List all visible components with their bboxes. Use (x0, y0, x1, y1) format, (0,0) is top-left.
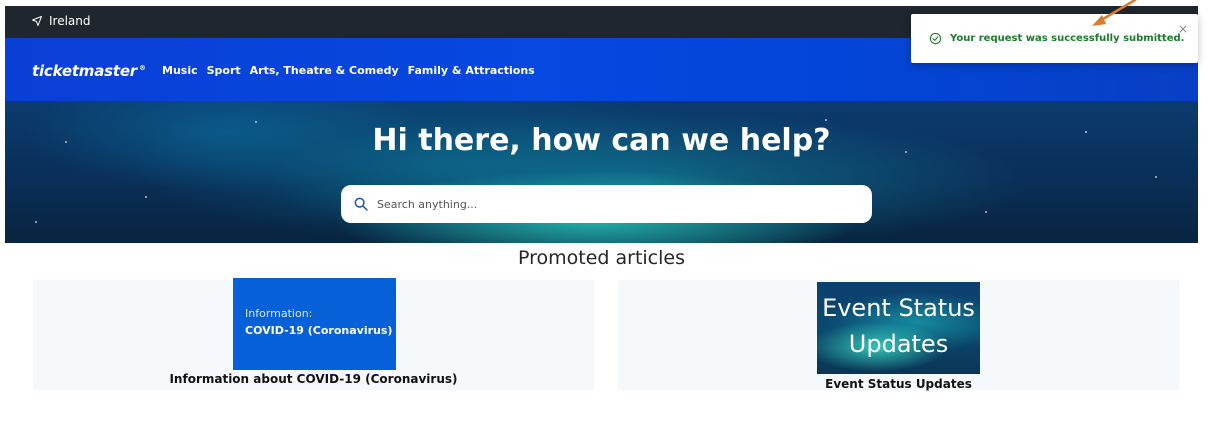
article-title-covid[interactable]: Information about COVID-19 (Coronavirus) (33, 372, 594, 386)
nav-link-music[interactable]: Music (162, 64, 198, 77)
search-input[interactable] (377, 197, 847, 211)
logo-registered-mark: ® (139, 64, 146, 72)
location-selector[interactable]: Ireland (31, 14, 91, 28)
nav-link-family-attractions[interactable]: Family & Attractions (408, 64, 535, 77)
annotation-arrow-icon (1092, 0, 1137, 26)
check-circle-icon (929, 32, 942, 45)
location-label: Ireland (49, 14, 91, 28)
help-center-page: Ireland ticketmaster ® Music Sport Arts, … (5, 6, 1198, 421)
hero-heading: Hi there, how can we help? (372, 123, 831, 158)
article-card-event-status[interactable]: Event Status Updates Event Status Update… (618, 280, 1179, 391)
logo-text: ticketmaster (32, 62, 138, 80)
toast-message: Your request was successfully submitted. (929, 32, 1184, 45)
thumbnail-line-2: COVID-19 (Coronavirus) (245, 324, 393, 337)
hero-banner: Hi there, how can we help? (5, 101, 1198, 243)
article-thumbnail-event-status[interactable]: Event Status Updates (817, 282, 980, 374)
thumbnail-line-1: Event Status (822, 294, 975, 322)
thumbnail-line-2: Updates (848, 330, 949, 358)
promoted-articles-title: Promoted articles (517, 247, 685, 269)
category-nav: Music Sport Arts, Theatre & Comedy Famil… (162, 64, 535, 77)
navigation-arrow-icon (32, 16, 42, 26)
article-title-event-status[interactable]: Event Status Updates (618, 377, 1179, 391)
search-icon (354, 197, 368, 211)
article-card-covid[interactable]: Information: COVID-19 (Coronavirus) Info… (33, 278, 594, 390)
ticketmaster-logo[interactable]: ticketmaster ® (32, 62, 146, 80)
nav-link-arts-theatre-comedy[interactable]: Arts, Theatre & Comedy (250, 64, 399, 77)
toast-close-button[interactable]: × (1178, 22, 1188, 36)
toast-text: Your request was successfully submitted. (950, 33, 1185, 44)
thumbnail-line-1: Information: (245, 307, 313, 320)
nav-link-sport[interactable]: Sport (207, 64, 241, 77)
search-box[interactable] (341, 185, 872, 223)
article-thumbnail-covid[interactable]: Information: COVID-19 (Coronavirus) (233, 278, 396, 370)
success-toast: Your request was successfully submitted.… (911, 14, 1198, 63)
